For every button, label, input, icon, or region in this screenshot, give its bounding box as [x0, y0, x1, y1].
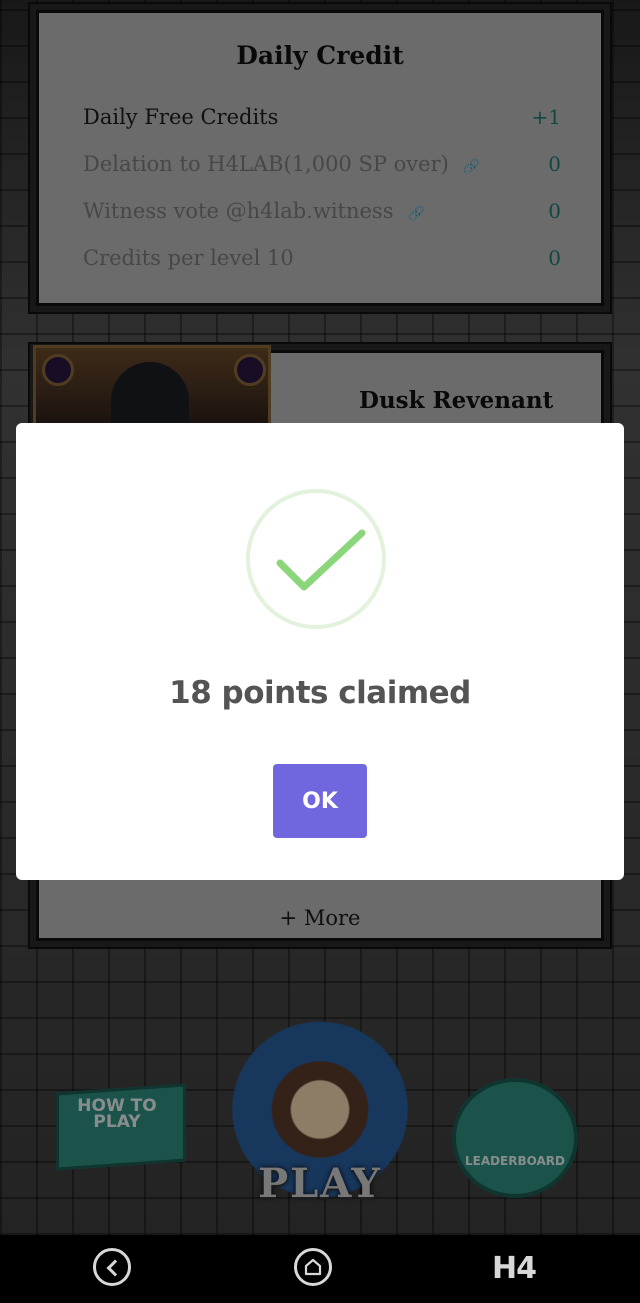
ok-button[interactable]: OK	[273, 764, 367, 838]
check-icon	[276, 529, 366, 591]
system-nav-bar: H4	[0, 1235, 640, 1303]
success-dialog: 18 points claimed OK	[16, 423, 624, 880]
home-icon[interactable]	[294, 1248, 332, 1286]
dialog-message: 18 points claimed	[169, 675, 471, 711]
success-circle	[246, 489, 386, 629]
back-icon[interactable]	[93, 1248, 131, 1286]
app-switcher-icon[interactable]: H4	[492, 1251, 537, 1286]
